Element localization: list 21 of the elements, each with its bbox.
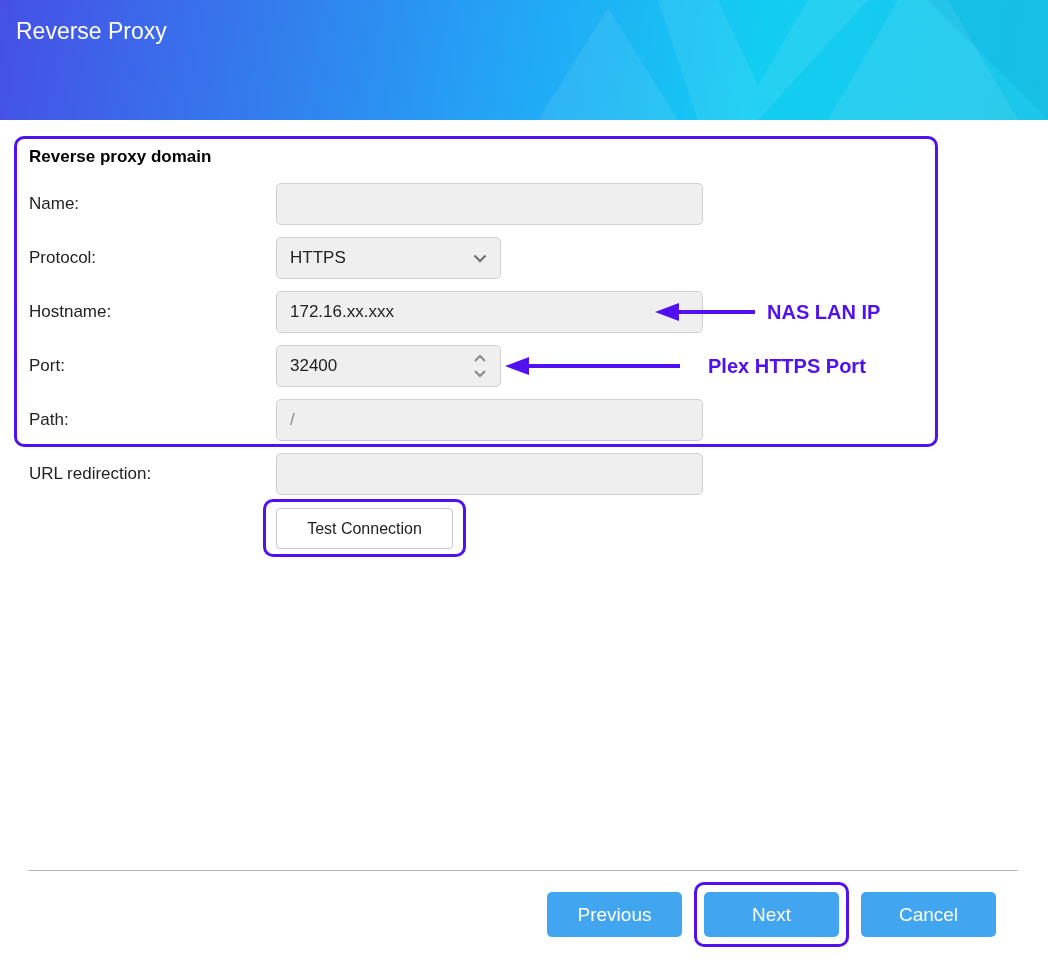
arrow-icon (655, 302, 755, 322)
dropdown[interactable]: HTTPS (276, 237, 501, 279)
text-field[interactable] (276, 183, 703, 225)
chevron-down-icon (473, 253, 487, 263)
field-label: Path: (29, 410, 70, 430)
text-field[interactable]: / (276, 399, 703, 441)
text-field[interactable] (276, 453, 703, 495)
field-label: Port: (29, 356, 66, 376)
field-label: Name: (29, 194, 81, 214)
section-title: Reverse proxy domain (29, 146, 212, 168)
annotation-label: NAS LAN IP (767, 300, 881, 324)
window-title: Reverse Proxy (16, 18, 167, 45)
spinner-icon[interactable] (473, 353, 487, 379)
number-field[interactable]: 32400 (276, 345, 501, 387)
field-label: URL redirection: (29, 464, 153, 484)
text-field[interactable]: 172.16.xx.xxx (276, 291, 703, 333)
field-label: Protocol: (29, 248, 98, 268)
field-label: Hostname: (29, 302, 113, 322)
annotation-label: Plex HTTPS Port (708, 354, 866, 378)
test-connection-button[interactable]: Test Connection (276, 508, 453, 549)
arrow-icon (505, 356, 680, 376)
